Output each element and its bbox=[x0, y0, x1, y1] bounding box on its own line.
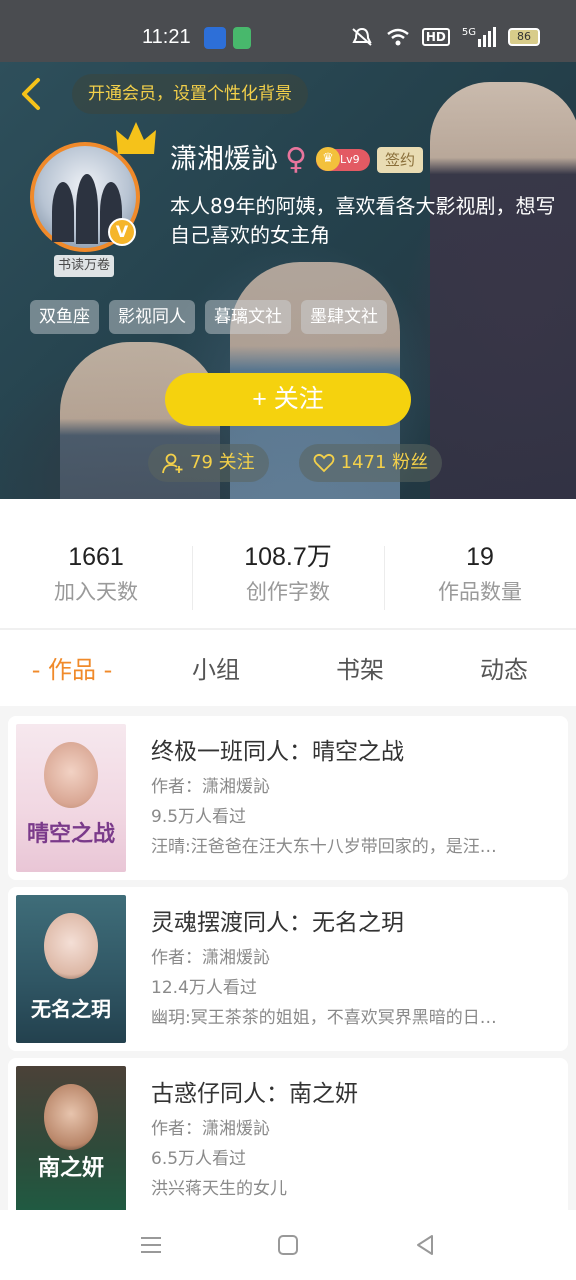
vip-banner[interactable]: 开通会员，设置个性化背景 bbox=[72, 74, 308, 114]
crown-icon bbox=[116, 122, 156, 154]
book-card[interactable]: 无名之玥 灵魂摆渡同人：无名之玥 作者：潇湘煖訫 12.4万人看过 幽玥:冥王茶… bbox=[8, 887, 568, 1051]
battery-icon: 86 bbox=[508, 28, 540, 46]
tag[interactable]: 影视同人 bbox=[109, 300, 195, 334]
book-author: 作者：潇湘煖訫 bbox=[151, 948, 270, 968]
read-badge: 书读万卷 bbox=[54, 255, 115, 277]
stat-join-days: 1661 加入天数 bbox=[0, 540, 192, 616]
person-add-icon bbox=[162, 453, 183, 474]
background-figure bbox=[430, 82, 576, 499]
back-icon[interactable] bbox=[14, 74, 48, 114]
stat-works-count: 19 作品数量 bbox=[384, 540, 576, 616]
divider bbox=[0, 628, 576, 630]
signal-icon: 5G bbox=[462, 27, 496, 47]
book-description: 汪晴:汪爸爸在汪大东十八岁带回家的，是汪… bbox=[151, 837, 497, 857]
system-nav-bar bbox=[0, 1210, 576, 1280]
stat-label: 作品数量 bbox=[438, 580, 522, 604]
home-icon[interactable] bbox=[275, 1232, 301, 1258]
tab-bookshelf[interactable]: 书架 bbox=[288, 640, 432, 700]
book-cover: 南之妍 bbox=[16, 1066, 126, 1214]
follow-button[interactable]: + 关注 bbox=[165, 373, 411, 426]
stat-value: 1661 bbox=[68, 543, 124, 571]
tag[interactable]: 墨肆文社 bbox=[301, 300, 387, 334]
stat-value: 108.7万 bbox=[244, 543, 332, 571]
signed-badge: 签约 bbox=[377, 147, 424, 173]
book-title: 终极一班同人：晴空之战 bbox=[151, 739, 404, 765]
book-title: 古惑仔同人：南之妍 bbox=[151, 1081, 358, 1107]
security-app-icon bbox=[204, 27, 226, 49]
book-title: 灵魂摆渡同人：无名之玥 bbox=[151, 910, 404, 936]
book-author: 作者：潇湘煖訫 bbox=[151, 777, 270, 797]
social-counts: 79 关注 1471 粉丝 bbox=[148, 444, 443, 482]
user-bio: 本人89年的阿姨，喜欢看各大影视剧，想写自己喜欢的女主角 bbox=[170, 194, 556, 247]
mute-icon bbox=[352, 27, 372, 46]
back-nav-icon[interactable] bbox=[412, 1232, 438, 1258]
book-description: 幽玥:冥王茶茶的姐姐，不喜欢冥界黑暗的日… bbox=[151, 1008, 497, 1028]
tag[interactable]: 双鱼座 bbox=[30, 300, 99, 334]
menu-icon[interactable] bbox=[138, 1232, 164, 1258]
cover-title: 无名之玥 bbox=[31, 997, 111, 1021]
book-card[interactable]: 南之妍 古惑仔同人：南之妍 作者：潇湘煖訫 6.5万人看过 洪兴蒋天生的女儿 bbox=[8, 1058, 568, 1222]
tab-works[interactable]: - 作品 - bbox=[0, 640, 144, 700]
status-time: 11:21 bbox=[142, 26, 191, 48]
heart-icon bbox=[313, 453, 335, 473]
level-crown-icon: ♛ bbox=[316, 147, 340, 171]
wifi-icon bbox=[387, 28, 409, 46]
book-cover: 无名之玥 bbox=[16, 895, 126, 1043]
verified-icon: V bbox=[108, 218, 136, 246]
cover-title: 南之妍 bbox=[37, 1155, 104, 1181]
book-views: 9.5万人看过 bbox=[151, 807, 247, 827]
book-views: 12.4万人看过 bbox=[151, 978, 257, 998]
stat-label: 加入天数 bbox=[54, 580, 138, 604]
username: 潇湘煖訫 bbox=[170, 144, 278, 175]
following-button[interactable]: 79 关注 bbox=[148, 444, 269, 482]
shield-icon bbox=[233, 27, 251, 49]
fans-count: 1471 粉丝 bbox=[340, 452, 429, 473]
book-views: 6.5万人看过 bbox=[151, 1149, 247, 1169]
status-icons: HD 5G 86 bbox=[350, 26, 540, 48]
stat-word-count: 108.7万 创作字数 bbox=[192, 540, 384, 616]
stat-value: 19 bbox=[466, 543, 494, 571]
fans-button[interactable]: 1471 粉丝 bbox=[298, 444, 443, 482]
network-type: 5G bbox=[461, 27, 476, 38]
female-icon: ♀ bbox=[285, 142, 307, 177]
tab-groups[interactable]: 小组 bbox=[144, 640, 288, 700]
book-card[interactable]: 晴空之战 终极一班同人：晴空之战 作者：潇湘煖訫 9.5万人看过 汪晴:汪爸爸在… bbox=[8, 716, 568, 880]
book-cover: 晴空之战 bbox=[16, 724, 126, 872]
stat-label: 创作字数 bbox=[246, 580, 330, 604]
cover-title: 晴空之战 bbox=[26, 821, 115, 847]
tab-activity[interactable]: 动态 bbox=[432, 640, 576, 700]
tab-bar: - 作品 - 小组 书架 动态 bbox=[0, 640, 576, 700]
tag-list: 双鱼座 影视同人 暮璃文社 墨肆文社 bbox=[30, 300, 387, 334]
hd-icon: HD bbox=[421, 28, 450, 46]
tag[interactable]: 暮璃文社 bbox=[205, 300, 291, 334]
book-author: 作者：潇湘煖訫 bbox=[151, 1119, 270, 1139]
book-description: 洪兴蒋天生的女儿 bbox=[151, 1179, 287, 1199]
status-bar: 11:21 HD 5G 86 bbox=[0, 0, 576, 62]
profile-header bbox=[0, 62, 576, 499]
following-count: 79 关注 bbox=[190, 452, 255, 473]
stats-row: 1661 加入天数 108.7万 创作字数 19 作品数量 bbox=[0, 540, 576, 616]
